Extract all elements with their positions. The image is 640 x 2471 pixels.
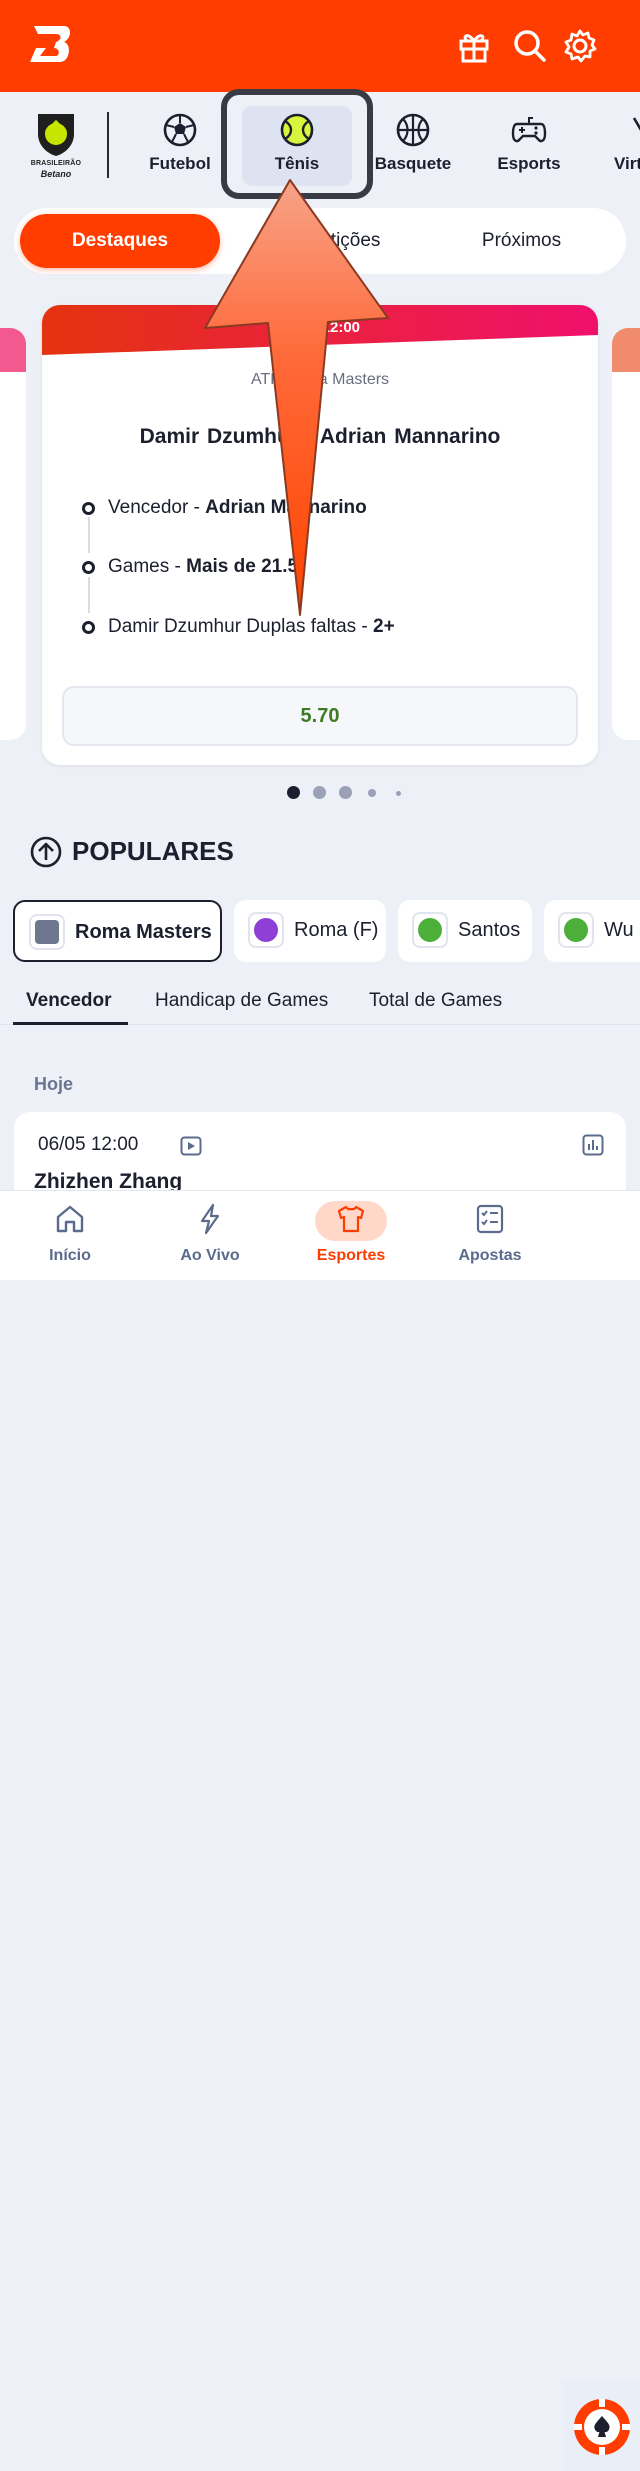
bottom-navigation: Início Ao Vivo Esportes Apostas xyxy=(0,1190,640,2471)
chip-roma-f[interactable]: Roma (F) xyxy=(234,900,386,962)
carousel-dot[interactable] xyxy=(396,791,401,796)
carousel-dot[interactable] xyxy=(313,786,326,799)
app-header xyxy=(0,0,640,92)
category-esports[interactable]: Esports xyxy=(474,106,584,186)
league-name-line1: BRASILEIRÃO xyxy=(30,160,82,167)
date-section-label: Hoje xyxy=(34,1074,74,1094)
chip-santos[interactable]: Santos xyxy=(398,900,532,962)
casino-chip-icon xyxy=(562,2381,640,2471)
odds-button[interactable]: 5.70 xyxy=(62,686,578,746)
category-divider xyxy=(107,112,109,178)
nav-ao-vivo[interactable]: Ao Vivo xyxy=(160,1191,260,1281)
live-stream-icon[interactable] xyxy=(180,1136,202,1156)
chip-wu[interactable]: Wu xyxy=(544,900,640,962)
tutorial-highlight-box xyxy=(221,89,373,199)
carousel-dot-active[interactable] xyxy=(287,786,300,799)
atp-icon xyxy=(29,914,65,950)
category-basquete[interactable]: Basquete xyxy=(358,106,468,186)
league-shortcut[interactable]: BRASILEIRÃO Betano xyxy=(22,110,90,186)
carousel-dot[interactable] xyxy=(339,786,352,799)
chip-roma-masters[interactable]: Roma Masters xyxy=(13,900,222,962)
nav-apostas[interactable]: Apostas xyxy=(440,1191,540,1281)
category-label: Futebol xyxy=(149,154,211,173)
category-label: Basquete xyxy=(374,154,452,173)
casino-button[interactable] xyxy=(562,2381,640,2471)
gift-icon[interactable] xyxy=(456,28,492,64)
gear-icon[interactable] xyxy=(562,28,598,64)
next-featured-card[interactable] xyxy=(612,328,640,740)
prev-featured-card[interactable] xyxy=(0,328,26,740)
section-title-populares: POPULARES xyxy=(72,836,234,866)
sport-tabs: Destaques Competições Próximos xyxy=(14,208,626,274)
lightning-icon xyxy=(200,1203,220,1235)
market-tab-total[interactable]: Total de Games xyxy=(369,990,502,1012)
soccer-ball-icon xyxy=(163,113,197,147)
wta-icon xyxy=(248,912,284,948)
trending-up-icon xyxy=(30,836,62,868)
carousel-pagination xyxy=(0,786,640,800)
jersey-icon xyxy=(337,1205,365,1233)
card-datetime: 06/05 12:00 xyxy=(279,319,361,336)
nav-inicio[interactable]: Início xyxy=(20,1191,120,1281)
category-futebol[interactable]: Futebol xyxy=(125,106,235,186)
tab-competicoes[interactable]: Competições xyxy=(230,214,420,268)
challenger-icon xyxy=(412,912,448,948)
market-tab-vencedor[interactable]: Vencedor xyxy=(26,990,112,1012)
category-label: Esports xyxy=(497,154,561,173)
card-competition: ATP Roma Masters xyxy=(250,371,390,388)
home-icon xyxy=(56,1205,84,1233)
challenger-icon xyxy=(558,912,594,948)
league-name-line2: Betano xyxy=(40,169,72,179)
tab-proximos[interactable]: Próximos xyxy=(424,214,619,268)
virtual-icon xyxy=(632,117,640,131)
nav-esportes[interactable]: Esportes xyxy=(301,1191,401,1281)
card-match-title: Damir Dzumhur - Adrian Mannarino xyxy=(139,425,501,448)
market-tab-indicator xyxy=(13,1022,128,1025)
basketball-icon xyxy=(396,113,430,147)
event-datetime: 06/05 12:00 xyxy=(38,1134,139,1155)
market-tab-handicap[interactable]: Handicap de Games xyxy=(155,990,328,1012)
stats-icon[interactable] xyxy=(582,1134,604,1156)
search-icon[interactable] xyxy=(512,28,548,64)
tab-destaques[interactable]: Destaques xyxy=(20,214,220,268)
gamepad-icon xyxy=(511,117,547,143)
betslip-icon xyxy=(476,1204,504,1234)
category-label: Virtuais xyxy=(614,154,640,173)
carousel-dot[interactable] xyxy=(368,789,376,797)
betano-logo[interactable] xyxy=(26,22,74,66)
category-virtuais[interactable]: Virtuais xyxy=(590,106,640,186)
brasileirao-shield-icon xyxy=(38,114,74,156)
featured-bet-card[interactable]: 06/05 12:00 ATP Roma Masters Damir Dzumh… xyxy=(42,305,598,765)
